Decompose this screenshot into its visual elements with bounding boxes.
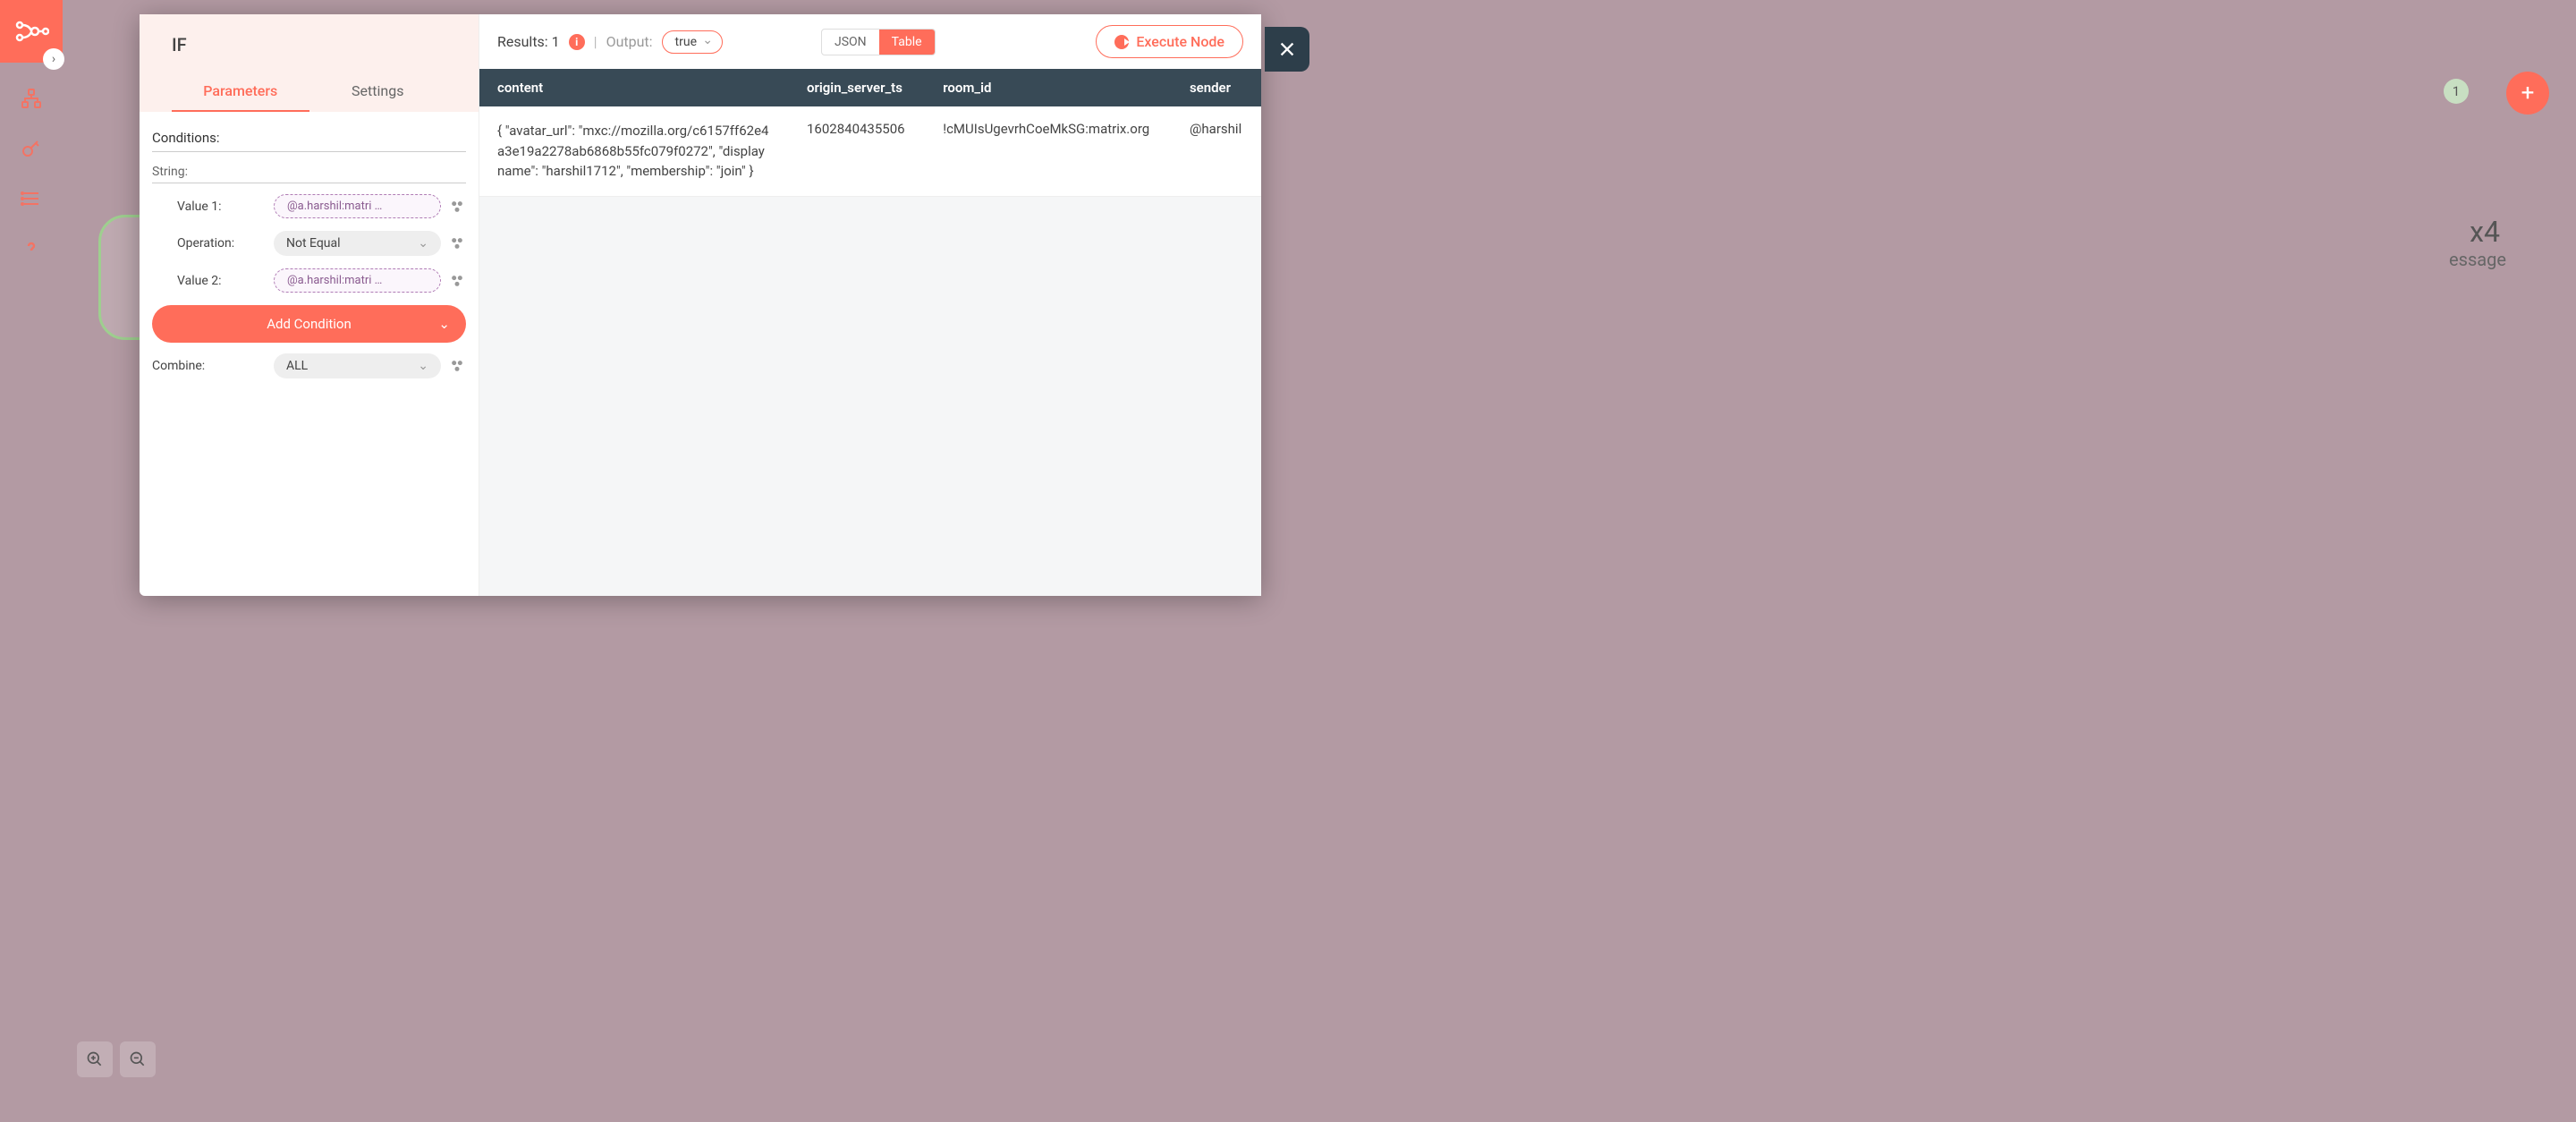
conditions-section-label: Conditions: (152, 124, 466, 152)
string-group-label: String: (152, 161, 466, 183)
value1-row: Value 1 @a.harshil:matri … (152, 194, 466, 218)
results-table: content origin_server_ts room_id sender … (479, 69, 1261, 197)
cell-content: { "avatar_url": "mxc://mozilla.org/c6157… (479, 106, 789, 196)
chevron-down-icon: ⌄ (438, 316, 450, 332)
add-condition-button[interactable]: Add Condition ⌄ (152, 305, 466, 343)
cell-sender: @harshil (1172, 106, 1261, 196)
tab-settings[interactable]: Settings (309, 72, 447, 112)
operation-row: Operation Not Equal ⌄ (152, 231, 466, 256)
zoom-controls (77, 1041, 156, 1077)
col-room-id[interactable]: room_id (925, 69, 1172, 106)
node-editor-modal: IF Parameters Settings Conditions: Strin… (140, 14, 1261, 596)
combine-row: Combine ALL ⌄ (152, 353, 466, 378)
output-panel: Results: 1 i | Output: true JSON Table E… (479, 14, 1261, 596)
value1-gear-icon[interactable] (448, 198, 466, 216)
value2-input[interactable]: @a.harshil:matri … (274, 268, 441, 293)
executions-icon[interactable] (21, 188, 42, 209)
info-icon[interactable]: i (569, 34, 585, 50)
tabs: Parameters Settings (172, 72, 446, 112)
table-header-row: content origin_server_ts room_id sender (479, 69, 1261, 106)
execute-label: Execute Node (1136, 33, 1224, 50)
table-toggle[interactable]: Table (879, 30, 935, 55)
json-toggle[interactable]: JSON (822, 30, 879, 55)
play-icon (1114, 35, 1129, 49)
zoom-out-button[interactable] (120, 1041, 156, 1077)
combine-select[interactable]: ALL ⌄ (274, 353, 441, 378)
operation-select[interactable]: Not Equal ⌄ (274, 231, 441, 256)
help-icon[interactable] (21, 238, 42, 259)
value1-label: Value 1 (177, 200, 267, 214)
chevron-down-icon: ⌄ (418, 236, 428, 251)
cell-room-id: !cMUIsUgevrhCoeMkSG:matrix.org (925, 106, 1172, 196)
value2-gear-icon[interactable] (448, 272, 466, 290)
combine-gear-icon[interactable] (448, 357, 466, 375)
workflows-icon[interactable] (21, 88, 42, 109)
combine-label: Combine (152, 359, 267, 373)
zoom-in-button[interactable] (77, 1041, 113, 1077)
execute-node-button[interactable]: Execute Node (1096, 25, 1243, 58)
sidebar-expand-icon[interactable]: › (43, 48, 64, 70)
col-sender[interactable]: sender (1172, 69, 1261, 106)
chevron-down-icon: ⌄ (418, 359, 428, 373)
parameters-panel: IF Parameters Settings Conditions: Strin… (140, 14, 479, 596)
value2-label: Value 2 (177, 274, 267, 288)
operation-gear-icon[interactable] (448, 234, 466, 252)
operation-label: Operation (177, 236, 267, 251)
value1-input[interactable]: @a.harshil:matri … (274, 194, 441, 218)
col-content[interactable]: content (479, 69, 789, 106)
output-select[interactable]: true (662, 30, 723, 54)
results-label: Results: 1 (497, 33, 560, 50)
canvas-node-subtitle: essage (2449, 249, 2506, 270)
output-label: Output: (606, 33, 653, 50)
value2-row: Value 2 @a.harshil:matri … (152, 268, 466, 293)
table-row[interactable]: { "avatar_url": "mxc://mozilla.org/c6157… (479, 106, 1261, 196)
operation-value: Not Equal (286, 236, 341, 251)
sidebar: › (0, 0, 63, 1122)
canvas-badge: 1 (2444, 79, 2469, 104)
combine-value: ALL (286, 359, 308, 373)
close-button[interactable] (1265, 27, 1309, 72)
node-title: IF (172, 34, 446, 55)
add-condition-label: Add Condition (267, 316, 352, 332)
credentials-icon[interactable] (21, 138, 42, 159)
view-toggle: JSON Table (821, 29, 936, 55)
col-origin-server-ts[interactable]: origin_server_ts (789, 69, 925, 106)
cell-origin-server-ts: 1602840435506 (789, 106, 925, 196)
output-header: Results: 1 i | Output: true JSON Table E… (479, 14, 1261, 69)
canvas-node-suffix: x4 (2470, 215, 2500, 249)
tab-parameters[interactable]: Parameters (172, 72, 309, 112)
app-logo[interactable]: › (0, 0, 63, 63)
